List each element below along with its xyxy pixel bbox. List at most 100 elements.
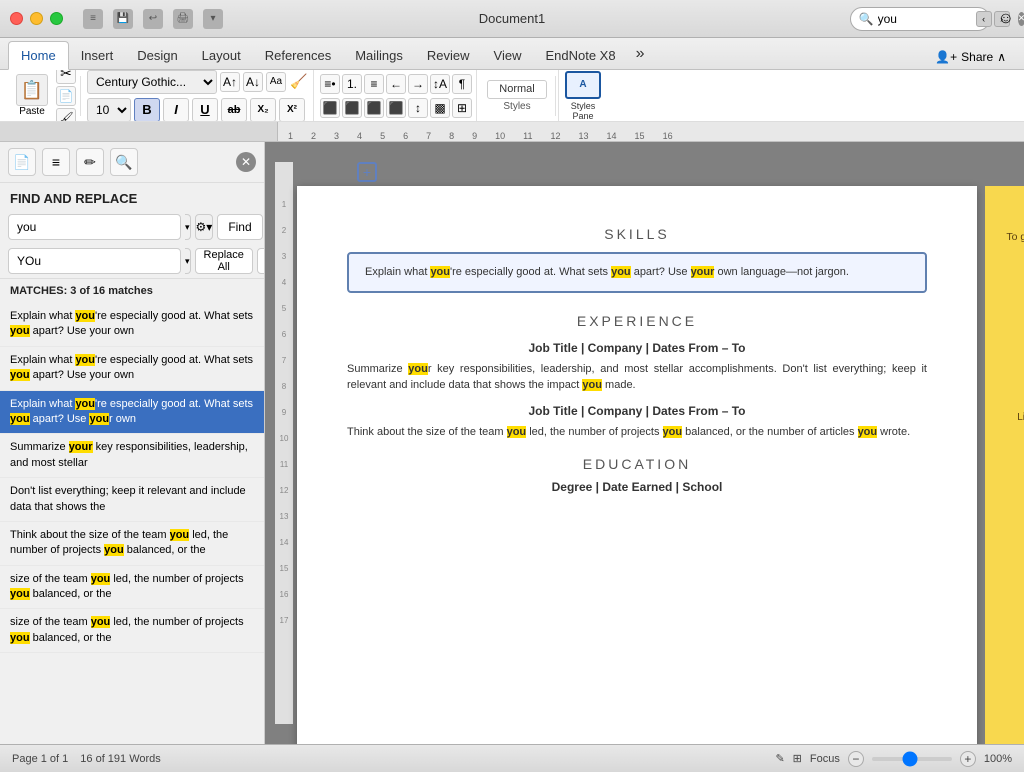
- ruler-main: 1 2 3 4 5 6 7 8 9 10 11 12 13 14 15 16: [278, 122, 1024, 141]
- clear-format-button[interactable]: 🧹: [289, 72, 309, 92]
- tab-references[interactable]: References: [253, 42, 343, 69]
- superscript-button[interactable]: X²: [279, 98, 305, 122]
- multi-level-list-button[interactable]: ≡: [364, 74, 384, 94]
- print-icon[interactable]: 🖨: [173, 9, 193, 29]
- undo-redo-icon[interactable]: ↩: [143, 9, 163, 29]
- match-item[interactable]: Summarize your key responsibilities, lea…: [0, 434, 264, 478]
- styles-pane-button[interactable]: A StylesPane: [558, 70, 607, 122]
- zoom-plus-button[interactable]: +: [960, 751, 976, 767]
- close-button[interactable]: [10, 12, 23, 25]
- panel-close-button[interactable]: ✕: [236, 152, 256, 172]
- replace-button[interactable]: Replace: [257, 248, 265, 274]
- save-icon[interactable]: 💾: [113, 9, 133, 29]
- zoom-minus-button[interactable]: −: [848, 751, 864, 767]
- tab-mailings[interactable]: Mailings: [343, 42, 415, 69]
- document-scroll[interactable]: 1234567891011121314151617 + SKIL: [265, 142, 1024, 744]
- bold-button[interactable]: B: [134, 98, 160, 122]
- find-button[interactable]: Find: [217, 214, 262, 240]
- strikethrough-button[interactable]: ab: [221, 98, 247, 122]
- skills-highlight2: you: [611, 266, 631, 278]
- tab-more[interactable]: »: [628, 39, 653, 69]
- align-left-button[interactable]: ⬛: [320, 98, 340, 118]
- find-dropdown-button[interactable]: ▾: [185, 214, 191, 240]
- copy-button[interactable]: 📄: [56, 86, 76, 106]
- more-icon[interactable]: ▾: [203, 9, 223, 29]
- find-panel-toolbar: 📄 ≡ ✏ 🔍 ✕: [0, 142, 264, 183]
- sidebar-toggle-icon[interactable]: ≡: [83, 9, 103, 29]
- shading-button[interactable]: ▩: [430, 98, 450, 118]
- pilcrow-button[interactable]: ¶: [452, 74, 472, 94]
- titlebar-icons: ≡ 💾 ↩ 🖨 ▾: [83, 9, 223, 29]
- minimize-button[interactable]: [30, 12, 43, 25]
- tab-insert[interactable]: Insert: [69, 42, 126, 69]
- match-item[interactable]: Explain what you're especially good at. …: [0, 303, 264, 347]
- align-center-button[interactable]: ⬛: [342, 98, 362, 118]
- contact-email: ✉ Email: [1001, 297, 1024, 352]
- search-close-button[interactable]: ✕: [1018, 12, 1024, 26]
- maximize-button[interactable]: [50, 12, 63, 25]
- match-highlight: you: [75, 354, 95, 366]
- sort-button[interactable]: ↕A: [430, 74, 450, 94]
- replace-all-button[interactable]: Replace All: [195, 248, 253, 274]
- panel-search-icon[interactable]: 🔍: [110, 148, 138, 176]
- styles-preview[interactable]: Normal: [487, 80, 547, 99]
- match-item[interactable]: Explain what you're especially good at. …: [0, 347, 264, 391]
- tab-layout[interactable]: Layout: [190, 42, 253, 69]
- font-group: Century Gothic... A↑ A↓ Aa 🧹 10 B I U ab…: [83, 70, 314, 122]
- objective-text[interactable]: To get started, click placeholder text a…: [1001, 230, 1024, 277]
- search-prev-button[interactable]: ‹: [976, 11, 992, 27]
- line-spacing-button[interactable]: ↕: [408, 98, 428, 118]
- job1-title: Job Title | Company | Dates From – To: [347, 341, 927, 355]
- match-item[interactable]: size of the team you led, the number of …: [0, 609, 264, 653]
- font-grow-button[interactable]: A↑: [220, 72, 240, 92]
- borders-button[interactable]: ⊞: [452, 98, 472, 118]
- underline-button[interactable]: U: [192, 98, 218, 122]
- subscript-button[interactable]: X₂: [250, 98, 276, 122]
- tab-review[interactable]: Review: [415, 42, 482, 69]
- share-button[interactable]: 👤+ Share ∧: [925, 45, 1016, 69]
- panel-edit-icon[interactable]: ✏: [76, 148, 104, 176]
- find-settings-button[interactable]: ⚙▾: [195, 214, 214, 240]
- match-highlight: you: [10, 325, 30, 337]
- match-list: Explain what you're especially good at. …: [0, 303, 264, 744]
- job1-highlight1: you: [408, 363, 428, 375]
- contact-section: ✉ Email ☎ Telephone in L: [1001, 297, 1024, 463]
- justify-button[interactable]: ⬛: [386, 98, 406, 118]
- format-painter-button[interactable]: 🖌: [56, 108, 76, 123]
- font-family-selector[interactable]: Century Gothic...: [87, 70, 217, 94]
- tab-design[interactable]: Design: [125, 42, 189, 69]
- italic-button[interactable]: I: [163, 98, 189, 122]
- ruler-row: 1 2 3 4 5 6 7 8 9 10 11 12 13 14 15 16: [0, 122, 1024, 142]
- replace-input[interactable]: [8, 248, 181, 274]
- focus-label[interactable]: Focus: [810, 753, 840, 765]
- skills-box[interactable]: Explain what you're especially good at. …: [347, 252, 927, 293]
- tab-endnote[interactable]: EndNote X8: [533, 42, 627, 69]
- contact-grid: ✉ Email ☎ Telephone in L: [1001, 297, 1024, 423]
- font-shrink-button[interactable]: A↓: [243, 72, 263, 92]
- find-input[interactable]: [8, 214, 181, 240]
- match-highlight: you: [91, 616, 111, 628]
- tab-view[interactable]: View: [482, 42, 534, 69]
- panel-list-icon[interactable]: ≡: [42, 148, 70, 176]
- panel-doc-icon[interactable]: 📄: [8, 148, 36, 176]
- paste-button[interactable]: 📋 Paste: [10, 72, 54, 119]
- match-item[interactable]: Don't list everything; keep it relevant …: [0, 478, 264, 522]
- font-size-selector[interactable]: 10: [87, 98, 131, 122]
- match-highlight: you: [89, 413, 109, 425]
- match-item[interactable]: Think about the size of the team you led…: [0, 522, 264, 566]
- replace-dropdown-button[interactable]: ▾: [185, 248, 191, 274]
- match-item[interactable]: size of the team you led, the number of …: [0, 566, 264, 610]
- change-case-button[interactable]: Aa: [266, 72, 286, 92]
- titlebar-search[interactable]: 🔍 ‹ › ✕: [850, 7, 990, 31]
- match-highlight: you: [75, 310, 95, 322]
- numbered-list-button[interactable]: 1.: [342, 74, 362, 94]
- bullets-button[interactable]: ≡•: [320, 74, 340, 94]
- decrease-indent-button[interactable]: ←: [386, 74, 406, 94]
- tab-home[interactable]: Home: [8, 41, 69, 70]
- match-item-selected[interactable]: Explain what you're especially good at. …: [0, 391, 264, 435]
- cut-button[interactable]: ✂: [56, 70, 76, 84]
- align-right-button[interactable]: ⬛: [364, 98, 384, 118]
- zoom-slider[interactable]: [872, 757, 952, 761]
- titlebar-search-input[interactable]: [878, 12, 968, 26]
- increase-indent-button[interactable]: →: [408, 74, 428, 94]
